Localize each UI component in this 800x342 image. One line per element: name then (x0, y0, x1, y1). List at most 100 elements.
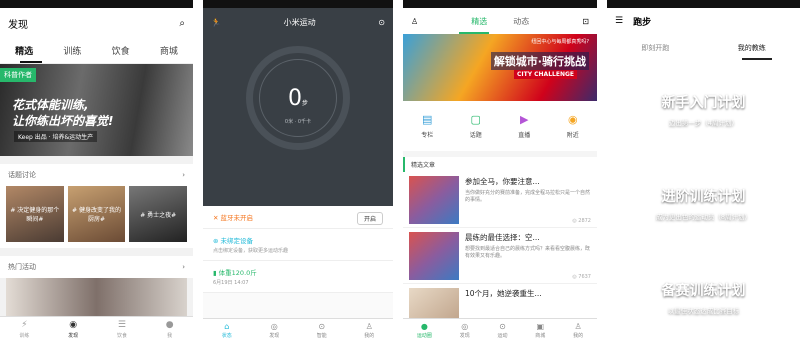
compass-icon: ◎ (461, 322, 469, 331)
device-status: ⊛ 未绑定设备 (213, 237, 254, 245)
topics-label: 话题讨论 (8, 171, 36, 179)
category-nearby[interactable]: ◉ 附近 (567, 113, 579, 139)
enable-bluetooth-button[interactable]: 开启 (356, 212, 383, 225)
topic-card[interactable]: # 健身改变了我的厨房# (67, 186, 126, 242)
link-icon: ⊛ (213, 237, 221, 245)
bottom-nav: ⚡ 训练 ◉ 发现 ☰ 饮食 ● 我 (0, 316, 193, 342)
plan-title: 进阶训练计划 (661, 188, 746, 205)
profile-icon: ● (165, 320, 174, 330)
city-challenge-banner[interactable]: 纽回中心与每周都真秀吗? 解锁城市·骑行挑战 CITY CHALLENGE (403, 34, 597, 101)
article-item[interactable]: 参加全马，你要注意... 当你做好充分的赛前准备，完成全程马拉松只是一个自然的事… (403, 172, 597, 228)
compass-icon: ◎ (270, 322, 278, 331)
nav-discover[interactable]: ◎ 发现 (460, 322, 470, 339)
tab-bar: 精选 动态 (471, 16, 529, 27)
topic-card[interactable]: # 决定健身的那个瞬间# (6, 186, 64, 242)
hot-activities-header[interactable]: 热门活动 › (0, 256, 193, 278)
nav-mine[interactable]: ♙ 我的 (573, 322, 583, 339)
weight-row[interactable]: ▮ 体重120.0斤 6月19日 14:07 (203, 261, 393, 293)
device-row[interactable]: ⊛ 未绑定设备 点击绑定设备，获取更多运动乐趣 (203, 229, 393, 261)
article-summary: 当你做好充分的赛前准备，完成全程马拉松只是一个自然的事情。 (465, 190, 591, 203)
mi-fit-screen: 🏃 小米运动 ⊙ 0步 0米 · 0千卡 ✕ 蓝牙未开启 开启 ⊛ 未绑定设备 … (203, 0, 393, 342)
tab-store[interactable]: 商城 (160, 44, 178, 57)
article-title: 晨练的最佳选择：空... (465, 233, 540, 242)
profile-icon[interactable]: ♙ (411, 17, 418, 26)
bottom-nav: ● 运动圈 ◎ 发现 ⊙ 运动 ▣ 商城 ♙ 我的 (403, 318, 597, 342)
device-hint: 点击绑定设备，获取更多运动乐趣 (213, 248, 289, 254)
nav-store[interactable]: ▣ 商城 (535, 322, 545, 339)
featured-feed-screen: ♙ 精选 动态 ⊡ 纽回中心与每周都真秀吗? 解锁城市·骑行挑战 CITY CH… (403, 0, 597, 342)
nav-status[interactable]: ⌂ 状态 (222, 322, 232, 339)
bluetooth-row: ✕ 蓝牙未开启 开启 (203, 206, 393, 229)
nav-mine[interactable]: ♙ 我的 (364, 322, 374, 339)
page-title: 跑步 (633, 17, 652, 28)
top-bar: 🏃 小米运动 ⊙ (203, 8, 393, 36)
article-item[interactable]: 晨练的最佳选择：空... 想要找到最适合自己的晨练方式吗？来看看空腹晨练，既有效… (403, 228, 597, 284)
nav-discover[interactable]: ◎ 发现 (269, 322, 279, 339)
plan-title: 新手入门计划 (661, 94, 746, 111)
tab-indicator (742, 58, 772, 60)
chevron-right-icon: › (182, 171, 185, 179)
article-title: 10个月，她逆袭重生... (465, 289, 542, 298)
menu-icon[interactable]: ☰ (615, 16, 623, 26)
article-title: 参加全马，你要注意... (465, 177, 540, 186)
plan-card-advanced[interactable]: 进阶训练计划 成为更出色的运动员（8周计划） (607, 156, 800, 250)
sport-icon: ⊙ (499, 322, 506, 331)
nav-smart[interactable]: ⊙ 智能 (317, 322, 327, 339)
feature-banner[interactable]: 科普作者 花式体能训练, 让你练出坏的喜觉! Keep 出品 · 培养&运动生产 (0, 64, 193, 156)
column-icon: ▤ (422, 112, 433, 126)
camera-icon[interactable]: ⊡ (582, 17, 589, 26)
bluetooth-off-icon: ✕ (213, 214, 221, 222)
running-plans-screen: ☰ 跑步 即刻开跑 我的教练 新手入门计划 迈出第一步（4周计划） 进阶训练计划… (607, 0, 800, 342)
top-bar: ♙ 精选 动态 ⊡ (403, 8, 597, 34)
article-summary: 想要找到最适合自己的晨练方式吗？来看看空腹晨练，既有效果又有乐趣。 (465, 246, 591, 259)
smart-icon: ⊙ (318, 322, 326, 331)
profile-icon: ♙ (574, 322, 582, 331)
tab-moments[interactable]: 动态 (513, 16, 529, 27)
category-column[interactable]: ▤ 专栏 (421, 112, 433, 139)
status-bar (0, 0, 193, 8)
topic-card[interactable]: # 勇士之夜# (129, 186, 188, 242)
share-icon[interactable]: ⊙ (378, 18, 385, 27)
video-icon: ▶ (520, 112, 529, 126)
featured-articles-label: 精选文章 (403, 157, 597, 172)
banner-tag: 科普作者 (0, 68, 36, 82)
banner-caption: 纽回中心与每周都真秀吗? (531, 39, 589, 45)
topics-header[interactable]: 话题讨论 › (0, 164, 193, 186)
hot-activities-label: 热门活动 (8, 263, 36, 271)
nav-me[interactable]: ● 我 (166, 320, 174, 339)
article-views: ◎ 2872 (572, 218, 591, 224)
status-bar (403, 0, 597, 8)
search-icon[interactable]: ⌕ (179, 18, 185, 29)
nav-training[interactable]: ⚡ 训练 (19, 320, 29, 339)
running-icon[interactable]: 🏃 (211, 18, 221, 27)
tab-run-now[interactable]: 即刻开跑 (641, 43, 669, 53)
plan-title: 备赛训练计划 (661, 282, 746, 299)
weight-time: 6月19日 14:07 (213, 280, 249, 286)
tab-featured[interactable]: 精选 (471, 16, 487, 27)
nav-circle[interactable]: ● 运动圈 (417, 322, 432, 339)
article-text: 晨练的最佳选择：空... 想要找到最适合自己的晨练方式吗？来看看空腹晨练，既有效… (465, 232, 591, 279)
category-live[interactable]: ▶ 直播 (518, 112, 530, 139)
tab-diet[interactable]: 饮食 (112, 44, 130, 57)
page-title: 发现 (8, 19, 28, 31)
tab-training[interactable]: 训练 (63, 44, 81, 57)
top-bar: 发现 ⌕ (0, 8, 193, 38)
discover-icon: ◉ (69, 320, 78, 330)
plan-card-beginner[interactable]: 新手入门计划 迈出第一步（4周计划） (607, 62, 800, 156)
tab-featured[interactable]: 精选 (15, 44, 33, 57)
lightning-icon: ⚡ (21, 320, 28, 330)
banner-subtitle: CITY CHALLENGE (513, 70, 577, 79)
circle-icon: ● (420, 322, 428, 331)
keep-discover-screen: 发现 ⌕ 精选 训练 饮食 商城 科普作者 花式体能训练, 让你练出坏的喜觉! … (0, 0, 193, 342)
banner-subtitle: Keep 出品 · 培养&运动生产 (14, 131, 98, 142)
store-icon: ▣ (536, 322, 545, 331)
nav-diet[interactable]: ☰ 饮食 (117, 320, 127, 339)
topic-icon: ▢ (470, 112, 481, 126)
tab-my-coach[interactable]: 我的教练 (738, 43, 766, 53)
banner-headline-2: 让你练出坏的喜觉! (12, 114, 114, 128)
nav-sport[interactable]: ⊙ 运动 (497, 322, 507, 339)
nav-discover[interactable]: ◉ 发现 (68, 320, 78, 339)
category-icons: ▤ 专栏 ▢ 话题 ▶ 直播 ◉ 附近 (403, 101, 597, 151)
plan-card-race[interactable]: 备赛训练计划 以最佳状态达成比赛目标 (607, 250, 800, 342)
category-topics[interactable]: ▢ 话题 (470, 112, 482, 139)
